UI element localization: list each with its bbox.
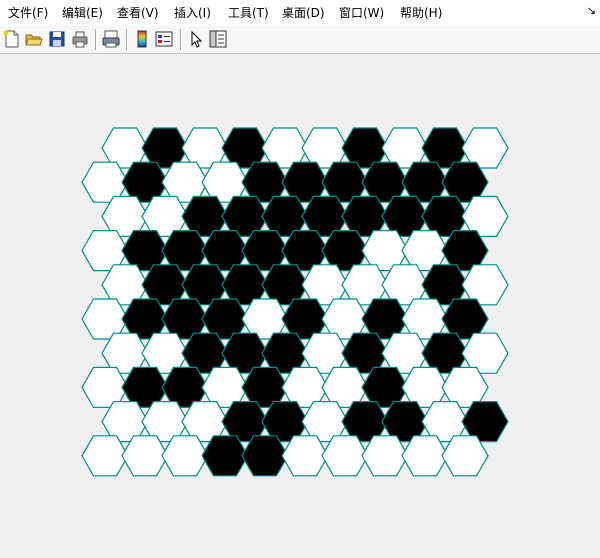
new-file-button[interactable]	[2, 29, 22, 49]
menu-insert[interactable]: 插入(I)	[174, 4, 211, 22]
toolbar-separator	[95, 29, 97, 50]
print-preview-icon	[102, 30, 120, 48]
menu-view[interactable]: 查看(V)	[117, 4, 159, 22]
print-icon	[72, 31, 88, 48]
open-button[interactable]	[24, 29, 44, 49]
toolbar-separator	[180, 29, 182, 50]
menu-bar: 文件(F) 编辑(E) 查看(V) 插入(I) 工具(T) 桌面(D) 窗口(W…	[0, 0, 600, 26]
toolbar-separator	[126, 29, 128, 50]
save-button[interactable]	[47, 29, 67, 49]
insert-colorbar-button[interactable]	[132, 29, 152, 49]
menu-file[interactable]: 文件(F)	[8, 4, 48, 22]
print-preview-button[interactable]	[101, 29, 121, 49]
pointer-button[interactable]	[186, 29, 206, 49]
legend-icon	[155, 31, 173, 47]
toolbar	[0, 26, 600, 54]
hexagon-grid	[81, 127, 509, 477]
save-icon	[49, 31, 65, 47]
colorbar-icon	[137, 30, 147, 48]
property-editor-button[interactable]	[208, 29, 228, 49]
insert-legend-button[interactable]	[154, 29, 174, 49]
property-editor-icon	[209, 30, 227, 48]
menu-desktop[interactable]: 桌面(D)	[282, 4, 325, 22]
new-file-icon	[3, 30, 19, 48]
menu-edit[interactable]: 编辑(E)	[62, 4, 103, 22]
menu-tools[interactable]: 工具(T)	[228, 4, 269, 22]
pointer-icon	[191, 30, 203, 48]
menu-window[interactable]: 窗口(W)	[339, 4, 384, 22]
print-button[interactable]	[70, 29, 90, 49]
menu-help[interactable]: 帮助(H)	[400, 4, 442, 22]
dock-arrow-icon[interactable]: ↘	[587, 4, 596, 17]
open-folder-icon	[25, 34, 43, 46]
figure-canvas	[0, 54, 600, 555]
